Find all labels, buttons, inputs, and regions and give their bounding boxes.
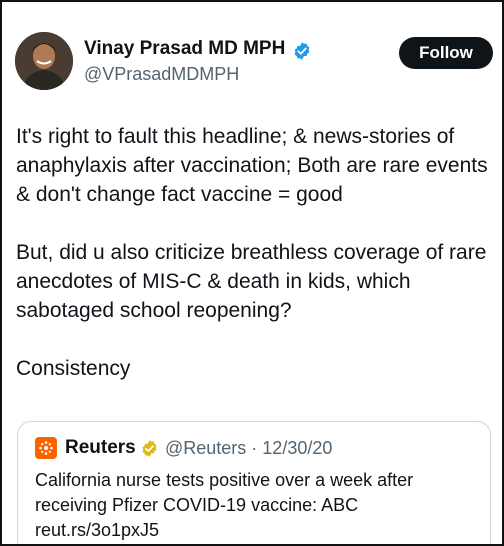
tweet-paragraph: Consistency [16,357,131,380]
reuters-logo-icon [35,437,57,459]
quoted-tweet[interactable]: Reuters @Reuters · 12/30/20 California n… [17,421,491,544]
tweet-body: It's right to fault this headline; & new… [16,122,494,383]
author-handle[interactable]: @VPrasadMDMPH [84,64,239,85]
tweet-card: Vinay Prasad MD MPH @VPrasadMDMPH Follow… [0,0,504,546]
tweet-header: Vinay Prasad MD MPH @VPrasadMDMPH Follow [15,32,493,96]
quoted-text: California nurse tests positive over a w… [35,470,414,540]
author-avatar[interactable] [15,32,73,90]
follow-button[interactable]: Follow [399,37,493,69]
author-name[interactable]: Vinay Prasad MD MPH [84,38,285,60]
verified-badge-icon [294,42,310,60]
quoted-meta[interactable]: @Reuters · 12/30/20 [165,438,332,459]
gold-verified-badge-icon [142,440,157,457]
quoted-author-name[interactable]: Reuters [65,437,136,459]
avatar-icon [15,32,73,90]
tweet-paragraph: But, did u also criticize breathless cov… [16,241,487,322]
tweet-paragraph: It's right to fault this headline; & new… [16,125,488,206]
